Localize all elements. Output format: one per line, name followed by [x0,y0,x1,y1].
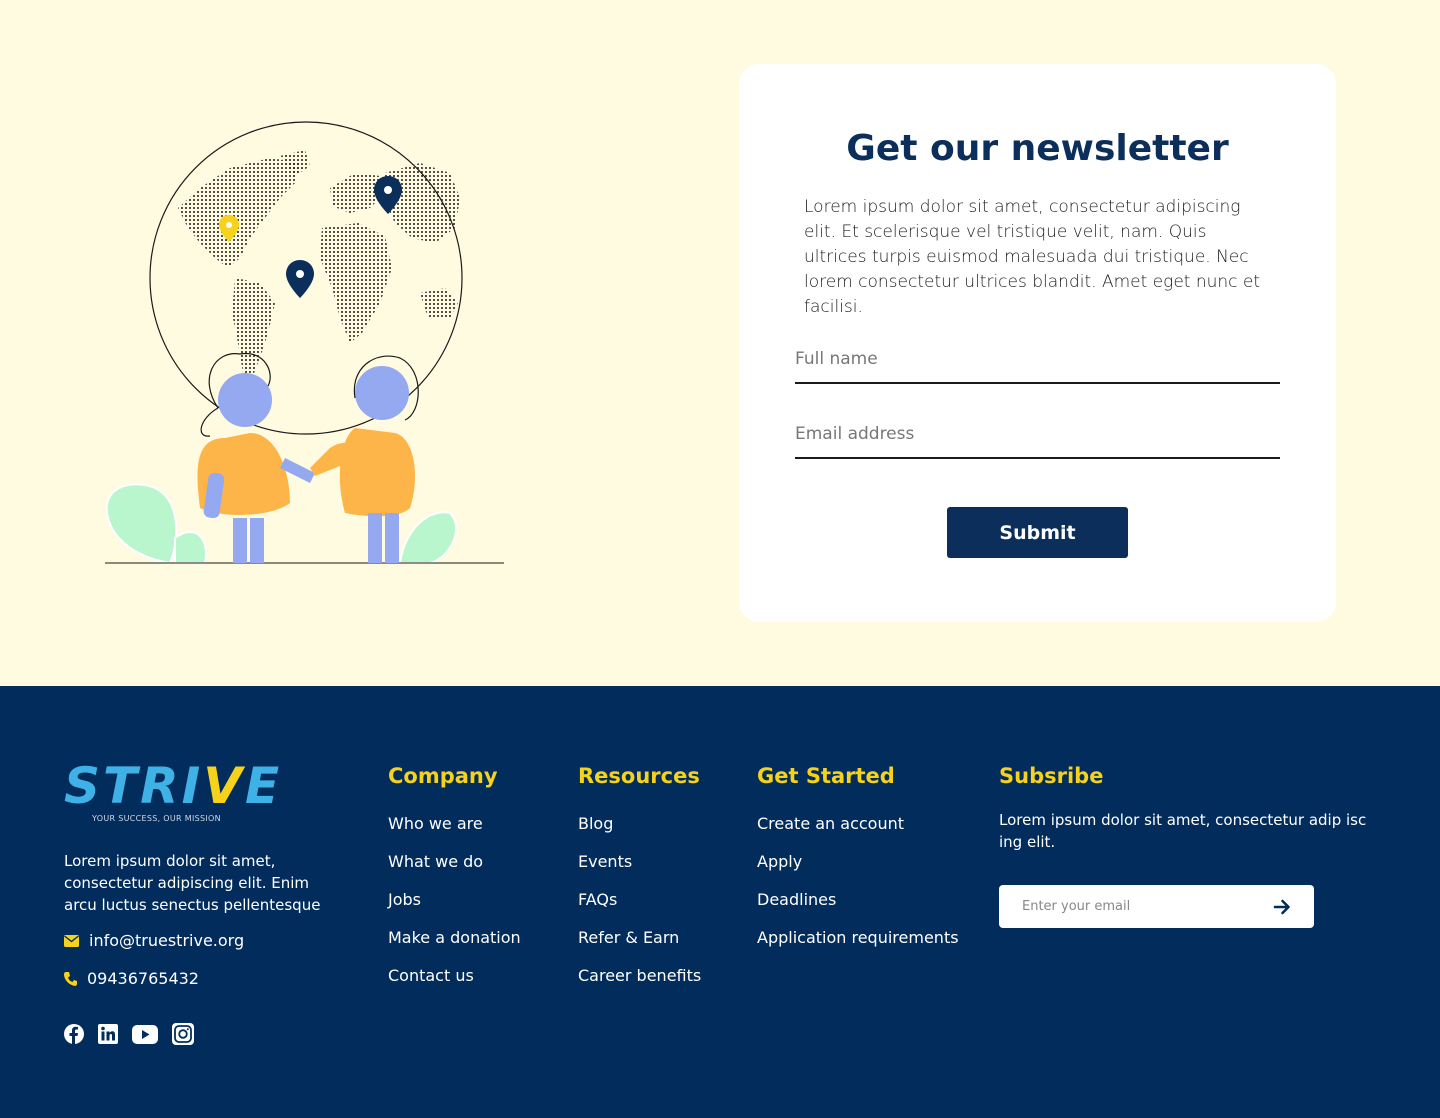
resources-heading: Resources [578,764,700,788]
footer: STRIVE YOUR SUCCESS, OUR MISSION Lorem i… [0,686,1440,1118]
footer-link-create-account[interactable]: Create an account [757,814,959,852]
footer-link-apply[interactable]: Apply [757,852,959,890]
footer-link-contact-us[interactable]: Contact us [388,966,521,1004]
footer-link-who-we-are[interactable]: Who we are [388,814,521,852]
email-input[interactable] [795,411,1280,457]
subscribe-form [999,885,1314,928]
youtube-icon[interactable] [132,1024,158,1048]
phone-icon [64,971,77,986]
newsletter-section: Get our newsletter Lorem ipsum dolor sit… [0,0,1440,686]
footer-link-career-benefits[interactable]: Career benefits [578,966,701,1004]
footer-link-deadlines[interactable]: Deadlines [757,890,959,928]
person-right [310,355,419,563]
newsletter-card: Get our newsletter Lorem ipsum dolor sit… [739,64,1336,622]
footer-link-application-requirements[interactable]: Application requirements [757,928,959,966]
logo-wordmark: STRIVE [64,757,283,815]
get-started-heading: Get Started [757,764,895,788]
footer-column-get-started: Get Started Create an account Apply Dead… [757,764,959,966]
logo-tagline: YOUR SUCCESS, OUR MISSION [92,814,221,823]
contact-email[interactable]: info@truestrive.org [64,931,244,950]
newsletter-title: Get our newsletter [846,128,1229,169]
footer-link-blog[interactable]: Blog [578,814,701,852]
footer-link-events[interactable]: Events [578,852,701,890]
contact-phone-text: 09436765432 [87,969,199,988]
footer-link-make-a-donation[interactable]: Make a donation [388,928,521,966]
email-field [795,411,1280,459]
mail-icon [64,934,79,947]
footer-column-subscribe: Subsribe Lorem ipsum dolor sit amet, con… [999,764,1389,853]
world-map-dots [178,150,460,383]
subscribe-heading: Subsribe [999,764,1104,788]
footer-about: Lorem ipsum dolor sit amet, consectetur … [64,852,321,914]
footer-link-faqs[interactable]: FAQs [578,890,701,928]
globe-illustration [105,121,504,565]
social-links [64,1023,194,1049]
linkedin-icon[interactable] [98,1024,118,1048]
arrow-right-icon[interactable] [1272,897,1292,917]
submit-button[interactable]: Submit [947,507,1128,558]
footer-link-refer-earn[interactable]: Refer & Earn [578,928,701,966]
strive-logo[interactable]: STRIVE YOUR SUCCESS, OUR MISSION [64,756,279,826]
footer-link-what-we-do[interactable]: What we do [388,852,521,890]
facebook-icon[interactable] [64,1024,84,1048]
company-heading: Company [388,764,498,788]
contact-email-text: info@truestrive.org [89,931,245,950]
newsletter-description: Lorem ipsum dolor sit amet, consectetur … [804,197,1261,317]
full-name-field [795,336,1280,384]
map-pin-icon [286,260,314,298]
full-name-input[interactable] [795,336,1280,382]
contact-phone[interactable]: 09436765432 [64,969,199,988]
footer-column-company: Company Who we are What we do Jobs Make … [388,764,521,1004]
subscribe-text: Lorem ipsum dolor sit amet, consectetur … [999,811,1367,851]
instagram-icon[interactable] [172,1023,194,1049]
footer-column-resources: Resources Blog Events FAQs Refer & Earn … [578,764,701,1004]
footer-link-jobs[interactable]: Jobs [388,890,521,928]
person-left [197,353,315,563]
subscribe-email-input[interactable] [1022,885,1262,928]
